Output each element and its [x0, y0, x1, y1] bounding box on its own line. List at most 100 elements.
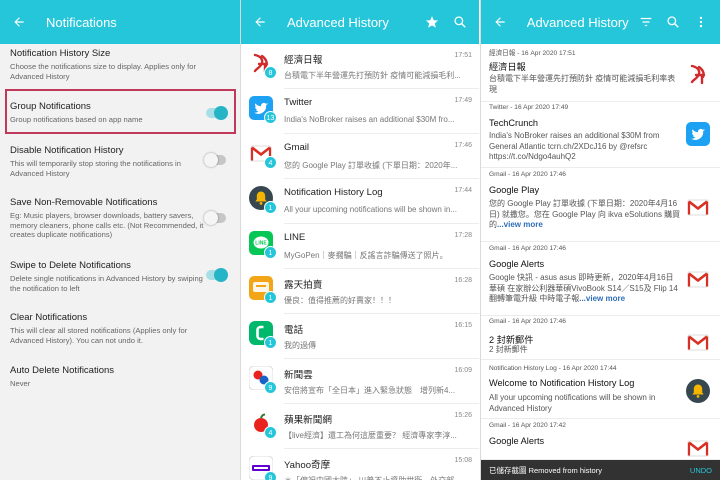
- entry-body: 台積電下半年營運先打預防針 疫情可能減損毛利率表現: [489, 74, 676, 94]
- history-row[interactable]: LINE 1 LINE MyGoPen｜麥擱騙｜反謠言詐騙傳送了照片。 17:28: [241, 224, 479, 269]
- snackbar-message: 已儲存截圖 Removed from history: [489, 465, 602, 475]
- entry-divider: [481, 418, 720, 419]
- setting-title: Auto Delete Notifications: [10, 365, 115, 376]
- setting-subtitle: This will clear all stored notifications…: [10, 326, 188, 345]
- disable-history-toggle[interactable]: [204, 153, 226, 167]
- page-title: Advanced History: [287, 14, 389, 30]
- detail-panel: Advanced History 經濟日報 - 16 Apr 2020 17:5…: [481, 0, 720, 480]
- back-arrow-icon[interactable]: [489, 11, 511, 33]
- row-preview: 【live經濟】還工為何這麼重要？ 經濟專家李淳...: [284, 431, 457, 440]
- back-arrow-icon[interactable]: [8, 11, 30, 33]
- detail-entry[interactable]: Twitter - 16 Apr 2020 17:49 TechCrunch Ind…: [481, 104, 720, 170]
- count-badge: 9: [264, 471, 277, 480]
- row-time: 16:15: [454, 322, 472, 329]
- entry-divider: [481, 241, 720, 242]
- row-time: 17:51: [454, 52, 472, 59]
- detail-entry[interactable]: Gmail - 16 Apr 2020 17:46 Google Play 您的 G…: [481, 171, 720, 244]
- count-badge: 1: [264, 246, 277, 259]
- count-badge: 8: [264, 66, 277, 79]
- search-icon[interactable]: [449, 11, 471, 33]
- view-more-link[interactable]: ...view more: [579, 294, 625, 303]
- entry-divider: [481, 359, 720, 360]
- toggle-knob: [204, 211, 218, 225]
- history-panel: Advanced History 8 經濟日報台積電下半年營運先打預防針 疫情可能…: [241, 0, 479, 480]
- history-row[interactable]: 1 露天拍賣 優良：值得推薦的好賣家！！！ 16:28: [241, 269, 479, 314]
- entry-meta: Gmail - 16 Apr 2020 17:46: [489, 245, 566, 252]
- row-time: 17:49: [454, 97, 472, 104]
- row-preview: 我的過傳: [284, 341, 316, 350]
- count-badge: 1: [264, 336, 277, 349]
- history-row[interactable]: 9 Yahoo奇摩 ＊「偏袒中國大陸」 川普不止資助世衛 外交部... 15:08: [241, 449, 479, 480]
- setting-auto-delete[interactable]: Auto Delete Notifications Never: [0, 365, 240, 389]
- setting-swipe-to-delete[interactable]: Swipe to Delete Notifications Delete sin…: [0, 260, 240, 293]
- view-more-link[interactable]: ...view more: [497, 220, 543, 229]
- history-row[interactable]: 4 Gmail 您的 Google Play 訂單收據 (下單日期：2020年...…: [241, 134, 479, 179]
- setting-save-non-removable[interactable]: Save Non-Removable Notifications Eg: Mus…: [0, 197, 240, 240]
- count-badge: 4: [264, 156, 277, 169]
- setting-title: Save Non-Removable Notifications: [10, 197, 158, 208]
- entry-title: Welcome to Notification History Log: [489, 378, 635, 388]
- svg-text:LINE: LINE: [255, 241, 267, 247]
- entry-meta: Twitter - 16 Apr 2020 17:49: [489, 104, 569, 111]
- row-time: 17:44: [454, 187, 472, 194]
- entry-divider: [481, 315, 720, 316]
- row-app-name: LINE: [284, 232, 306, 243]
- entry-body-wrap: All your upcoming notifications will be …: [489, 393, 681, 414]
- row-preview: ＊「偏袒中國大陸」 川普不止資助世衛 外交部...: [284, 475, 469, 480]
- history-row[interactable]: 1 電話我的過傳 16:15: [241, 314, 479, 359]
- back-arrow-icon[interactable]: [249, 11, 271, 33]
- history-row[interactable]: 9 新聞雲 安倍將宣布「全日本」進入緊急狀態 增列新4... 16:09: [241, 359, 479, 404]
- history-row[interactable]: 1 Notification History Log All your upcomi…: [241, 179, 479, 224]
- settings-appbar: Notifications: [0, 0, 240, 44]
- history-row[interactable]: 4 蘋果新聞網 【live經濟】還工為何這麼重要？ 經濟專家李淳... 15:26: [241, 404, 479, 449]
- setting-history-size[interactable]: Notification History Size Choose the not…: [0, 48, 240, 81]
- row-preview: 優良：值得推薦的好賣家！！！: [284, 296, 396, 305]
- page-title: Advanced History: [526, 14, 629, 30]
- setting-subtitle: Choose the notifications size to display…: [10, 62, 197, 81]
- count-badge: 4: [264, 426, 277, 439]
- entry-divider: [481, 167, 720, 168]
- detail-entry[interactable]: 經濟日報 - 16 Apr 2020 17:51 經濟日報台積電下半年營運先打預防…: [481, 47, 720, 104]
- entry-title: 經濟日報: [489, 62, 526, 72]
- undo-button[interactable]: UNDO: [690, 466, 712, 475]
- row-time: 16:09: [454, 367, 472, 374]
- filter-icon[interactable]: [635, 11, 657, 33]
- gmail-icon: [686, 436, 710, 460]
- history-row[interactable]: 8 經濟日報台積電下半年營運先打預防針 疫情可能減損毛利... 17:51: [241, 44, 479, 89]
- setting-disable-history[interactable]: Disable Notification History This will t…: [0, 145, 240, 178]
- detail-entry[interactable]: Gmail - 16 Apr 2020 17:46 2 封新郵件 2 封新郵件: [481, 318, 720, 362]
- count-badge: 1: [264, 291, 277, 304]
- history-row[interactable]: 13 Twitter India's NoBroker raises an addi…: [241, 89, 479, 134]
- entry-meta: Gmail - 16 Apr 2020 17:42: [489, 422, 566, 429]
- star-icon[interactable]: [421, 11, 443, 33]
- row-preview: MyGoPen｜麥擱騙｜反謠言詐騙傳送了照片。: [284, 251, 448, 260]
- history-appbar: Advanced History: [241, 0, 479, 44]
- swipe-to-delete-toggle[interactable]: [206, 268, 228, 282]
- detail-entry[interactable]: Gmail - 16 Apr 2020 17:42 Google Alerts: [481, 422, 720, 462]
- entry-divider: [481, 101, 720, 102]
- row-app-name: 電話: [284, 325, 304, 336]
- entry-title: 2 封新郵件: [489, 335, 534, 345]
- entry-title: Google Alerts: [489, 259, 545, 269]
- row-preview: All your upcoming notifications will be …: [284, 205, 457, 214]
- count-badge: 1: [264, 201, 277, 214]
- detail-entry[interactable]: Gmail - 16 Apr 2020 17:46 Google Alerts Go…: [481, 245, 720, 318]
- row-time: 15:08: [454, 457, 472, 464]
- row-preview: 台積電下半年營運先打預防針 疫情可能減損毛利...: [284, 71, 461, 80]
- entry-body: India's NoBroker raises an additional $3…: [489, 131, 660, 162]
- entry-meta: 經濟日報 - 16 Apr 2020 17:51: [489, 50, 576, 57]
- save-non-removable-toggle[interactable]: [204, 211, 226, 225]
- setting-title: Notification History Size: [10, 48, 111, 59]
- entry-body-wrap: 2 封新郵件: [489, 345, 681, 356]
- row-preview: 安倍將宣布「全日本」進入緊急狀態 增列新4...: [284, 386, 456, 395]
- row-app-name: 經濟日報: [284, 55, 323, 66]
- row-app-name: 露天拍賣: [284, 280, 323, 291]
- setting-subtitle: This will temporarily stop storing the n…: [10, 159, 181, 178]
- row-time: 15:26: [454, 412, 472, 419]
- entry-meta: Gmail - 16 Apr 2020 17:46: [489, 318, 566, 325]
- more-vert-icon[interactable]: [690, 11, 712, 33]
- setting-clear-notifications[interactable]: Clear Notifications This will clear all …: [0, 312, 240, 345]
- detail-entry[interactable]: Notification History Log - 16 Apr 2020 1…: [481, 365, 720, 421]
- setting-subtitle: Delete single notifications in Advanced …: [10, 274, 203, 293]
- search-icon[interactable]: [662, 11, 684, 33]
